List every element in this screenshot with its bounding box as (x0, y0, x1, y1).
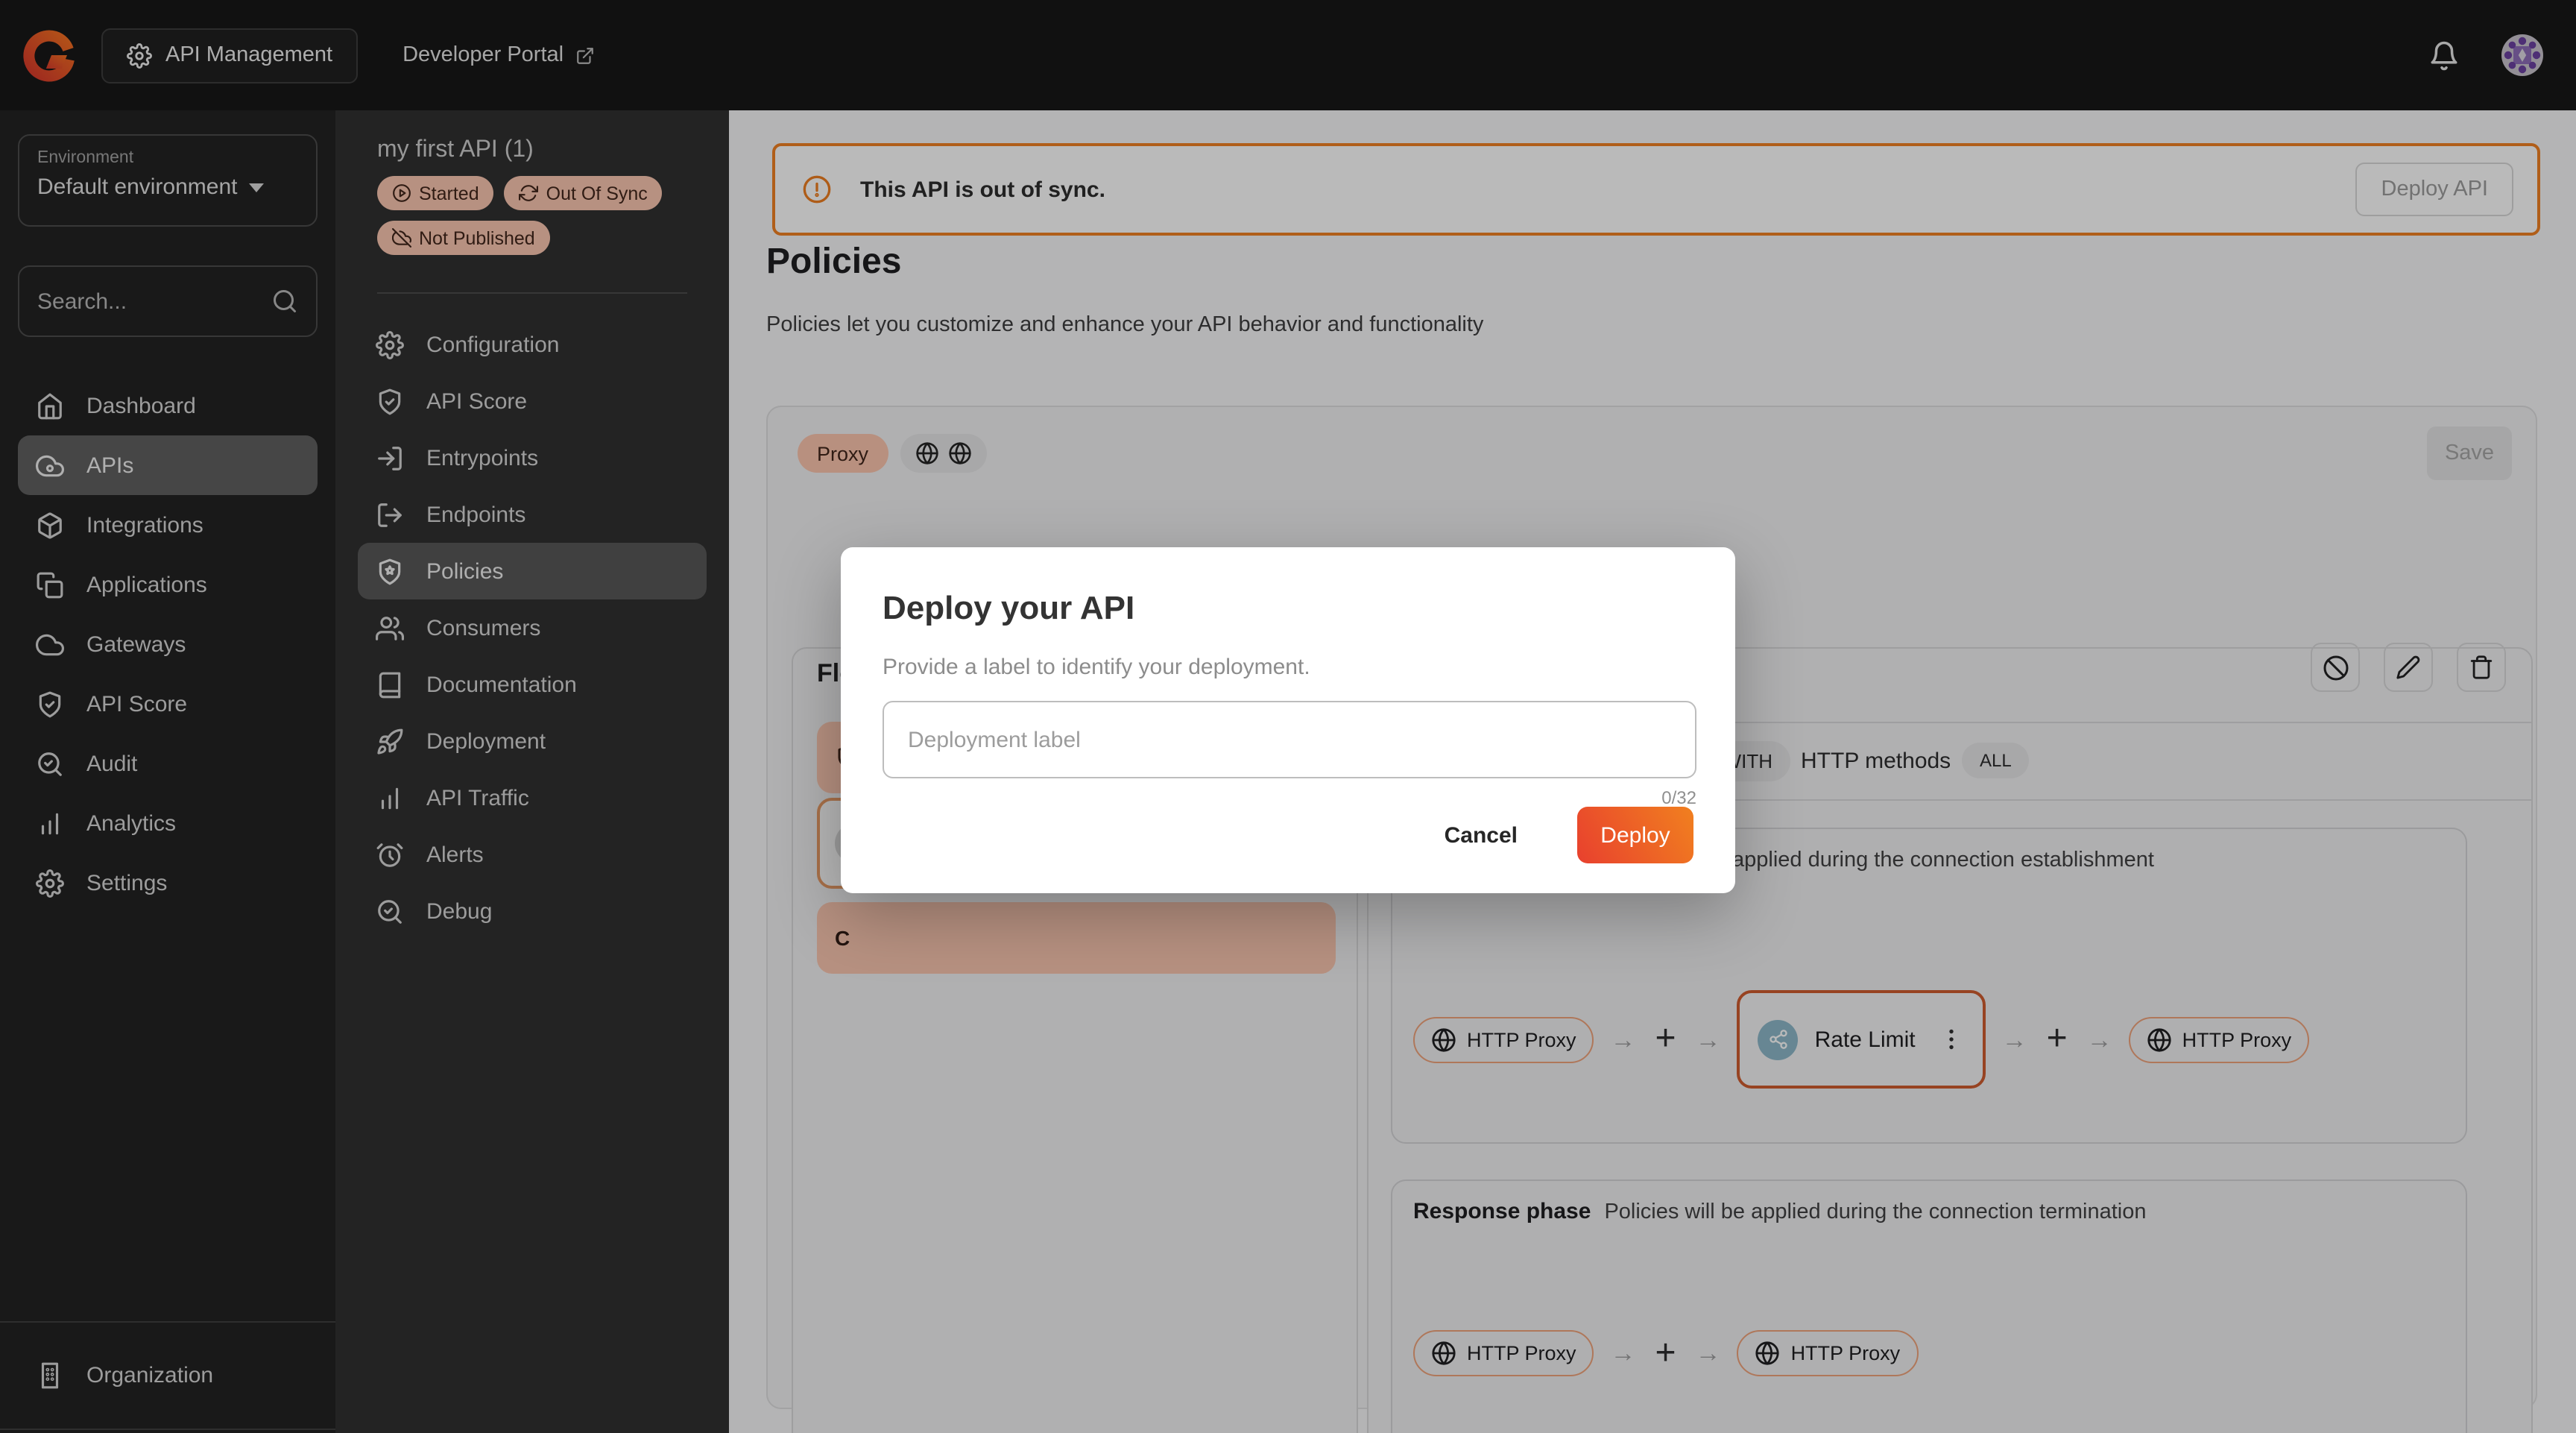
app-viewport: API Management Developer Portal Environm… (0, 0, 2576, 1433)
modal-subtitle: Provide a label to identify your deploym… (883, 655, 1693, 680)
char-counter: 0/32 (883, 787, 1696, 808)
deploy-modal: Deploy your API Provide a label to ident… (841, 547, 1735, 893)
deploy-button[interactable]: Deploy (1577, 807, 1693, 863)
deployment-label-input[interactable] (905, 725, 1674, 754)
modal-title: Deploy your API (883, 589, 1693, 628)
cancel-button[interactable]: Cancel (1436, 821, 1527, 849)
